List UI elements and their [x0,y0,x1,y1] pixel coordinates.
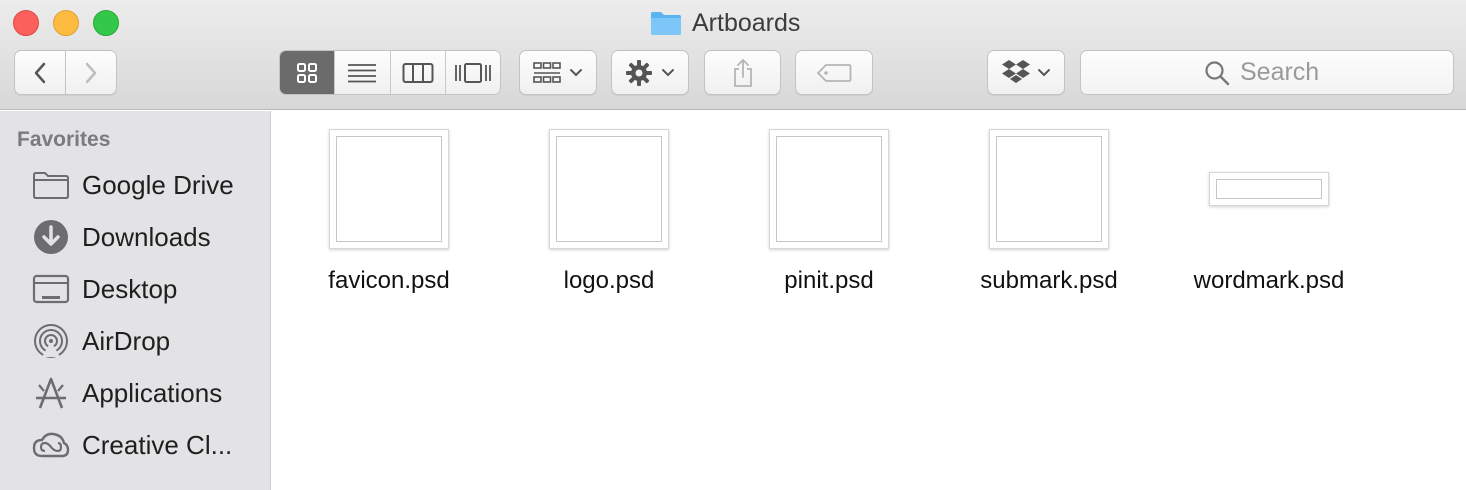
sidebar-item-google-drive[interactable]: Google Drive [32,164,267,206]
sidebar-item-label: Desktop [82,273,178,304]
file-thumbnail [329,129,449,249]
sidebar-item-creative-cloud[interactable]: Creative Cl... [32,424,267,466]
window-title-area: Artboards [650,7,800,39]
sidebar-item-downloads[interactable]: Downloads [32,216,267,258]
chevron-down-icon [662,68,674,76]
sidebar-item-airdrop[interactable]: AirDrop [32,320,267,362]
search-input[interactable] [1240,58,1330,87]
tag-icon [817,63,852,82]
file-thumbnail [1209,172,1329,206]
sidebar-item-label: Applications [82,377,223,408]
file-browser: favicon.psd logo.psd pinit.psd submark.p… [272,111,1466,490]
sidebar-heading: Favorites [17,128,111,151]
file-name: submark.psd [980,267,1118,294]
file-name: logo.psd [563,267,655,294]
file-thumbnail [769,129,889,249]
gear-icon [626,59,652,86]
dropbox-icon [1002,59,1030,83]
sidebar-item-label: Downloads [82,221,211,252]
columns-icon [402,62,434,83]
file-item[interactable]: submark.psd [939,127,1159,317]
downloads-icon [32,218,70,256]
forward-button[interactable] [66,50,117,95]
folder-icon [32,166,70,204]
share-button[interactable] [704,50,781,95]
file-item[interactable]: logo.psd [499,127,719,317]
sidebar-item-label: AirDrop [82,325,171,356]
window-title: Artboards [692,8,801,37]
sidebar-item-applications[interactable]: Applications [32,372,267,414]
zoom-button[interactable] [93,10,119,36]
chevron-left-icon [34,62,46,83]
chevron-right-icon [85,62,97,83]
dropbox-button[interactable] [987,50,1065,95]
arrange-button[interactable] [519,50,597,95]
file-item[interactable]: wordmark.psd [1159,127,1379,317]
file-name: pinit.psd [784,267,874,294]
airdrop-icon [32,322,70,360]
applications-icon [32,374,70,412]
list-icon [348,63,377,82]
search-icon [1205,60,1230,85]
creative-cloud-icon [32,426,70,464]
finder-window: Artboards Search Favorites Google Drive … [0,0,1466,490]
file-thumbnail [549,129,669,249]
sidebar: Favorites Google Drive Downloads Desktop… [0,111,271,490]
file-name: favicon.psd [328,267,450,294]
list-view-button[interactable] [334,51,390,94]
chevron-down-icon [1038,68,1050,76]
column-view-button[interactable] [389,51,445,94]
cover-flow-view-button[interactable] [444,51,500,94]
search-field[interactable] [1080,50,1454,95]
sidebar-item-label: Creative Cl... [82,429,233,460]
file-item[interactable]: favicon.psd [279,127,499,317]
file-thumbnail [989,129,1109,249]
cover-flow-icon [454,62,491,83]
folder-icon [651,12,681,35]
close-button[interactable] [13,10,39,36]
file-item[interactable]: pinit.psd [719,127,939,317]
icon-view-button[interactable] [280,51,335,94]
back-button[interactable] [14,50,66,95]
toolbar: Artboards [0,0,1466,110]
view-mode-selector [279,50,501,95]
chevron-down-icon [570,68,582,76]
share-icon [733,58,752,87]
tags-button[interactable] [795,50,873,95]
sidebar-item-desktop[interactable]: Desktop [32,268,267,310]
action-button[interactable] [611,50,689,95]
arrange-grid-icon [533,61,561,83]
file-name: wordmark.psd [1193,267,1345,294]
desktop-icon [32,270,70,308]
grid-icon [297,62,318,83]
minimize-button[interactable] [53,10,79,36]
sidebar-item-label: Google Drive [82,169,234,200]
